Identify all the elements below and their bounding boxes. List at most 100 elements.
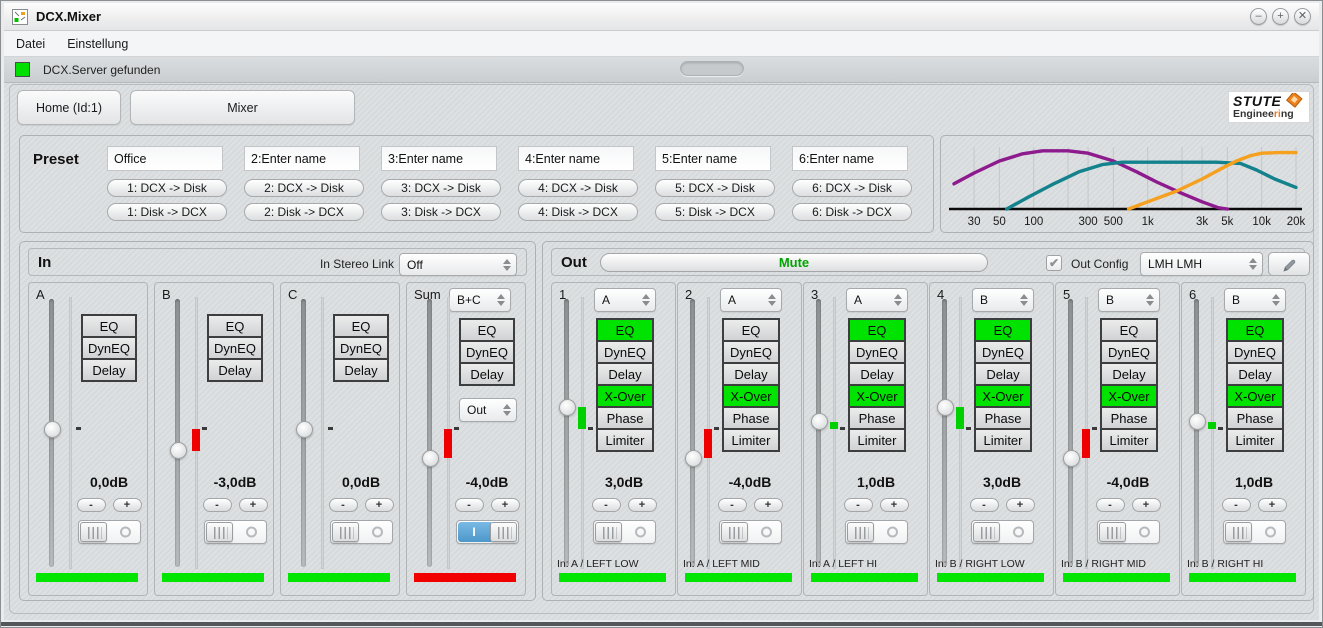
proc-button-eq[interactable]: EQ — [81, 314, 137, 338]
switch-thumb[interactable] — [1225, 522, 1252, 542]
proc-button-dyneq[interactable]: DynEQ — [459, 340, 515, 364]
gain-increase-button[interactable]: + — [1258, 498, 1287, 512]
preset-load-button[interactable]: 1: Disk -> DCX — [107, 203, 227, 221]
gain-increase-button[interactable]: + — [1006, 498, 1035, 512]
mute-switch[interactable] — [330, 520, 393, 544]
switch-thumb[interactable] — [1099, 522, 1126, 542]
preset-save-button[interactable]: 1: DCX -> Disk — [107, 179, 227, 197]
preset-name-input[interactable] — [381, 146, 497, 171]
proc-button-x-over[interactable]: X-Over — [1100, 384, 1158, 408]
maximize-button[interactable]: + — [1272, 8, 1289, 25]
proc-button-eq[interactable]: EQ — [848, 318, 906, 342]
preset-save-button[interactable]: 6: DCX -> Disk — [792, 179, 912, 197]
preset-name-input[interactable] — [655, 146, 771, 171]
preset-load-button[interactable]: 2: Disk -> DCX — [244, 203, 364, 221]
switch-thumb[interactable] — [595, 522, 622, 542]
out-config-select[interactable]: LMH LMH — [1140, 252, 1263, 276]
gain-increase-button[interactable]: + — [113, 498, 142, 512]
proc-button-x-over[interactable]: X-Over — [848, 384, 906, 408]
proc-button-dyneq[interactable]: DynEQ — [848, 340, 906, 364]
gain-increase-button[interactable]: + — [628, 498, 657, 512]
gain-increase-button[interactable]: + — [239, 498, 268, 512]
proc-button-limiter[interactable]: Limiter — [974, 428, 1032, 452]
fader-thumb[interactable] — [811, 413, 828, 430]
channel-source-select[interactable]: B — [1098, 288, 1160, 312]
mute-switch[interactable] — [971, 520, 1034, 544]
gain-decrease-button[interactable]: - — [1222, 498, 1251, 512]
mute-switch[interactable] — [78, 520, 141, 544]
proc-button-dyneq[interactable]: DynEQ — [1226, 340, 1284, 364]
channel-source-select[interactable]: B — [972, 288, 1034, 312]
proc-button-delay[interactable]: Delay — [722, 362, 780, 386]
preset-load-button[interactable]: 5: Disk -> DCX — [655, 203, 775, 221]
fader-thumb[interactable] — [685, 450, 702, 467]
channel-source-select[interactable]: A — [846, 288, 908, 312]
menu-einstellung[interactable]: Einstellung — [67, 37, 128, 51]
proc-button-phase[interactable]: Phase — [596, 406, 654, 430]
mute-switch[interactable] — [204, 520, 267, 544]
proc-button-phase[interactable]: Phase — [1100, 406, 1158, 430]
preset-save-button[interactable]: 4: DCX -> Disk — [518, 179, 638, 197]
minimize-button[interactable]: – — [1250, 8, 1267, 25]
proc-button-dyneq[interactable]: DynEQ — [596, 340, 654, 364]
proc-button-dyneq[interactable]: DynEQ — [722, 340, 780, 364]
mute-switch[interactable] — [1223, 520, 1286, 544]
switch-thumb[interactable] — [847, 522, 874, 542]
preset-load-button[interactable]: 6: Disk -> DCX — [792, 203, 912, 221]
proc-button-limiter[interactable]: Limiter — [1226, 428, 1284, 452]
mute-switch[interactable] — [593, 520, 656, 544]
proc-button-dyneq[interactable]: DynEQ — [974, 340, 1032, 364]
switch-thumb[interactable] — [721, 522, 748, 542]
fader-thumb[interactable] — [170, 442, 187, 459]
proc-button-delay[interactable]: Delay — [459, 362, 515, 386]
menu-datei[interactable]: Datei — [16, 37, 45, 51]
gain-decrease-button[interactable]: - — [592, 498, 621, 512]
edit-config-button[interactable] — [1268, 252, 1310, 276]
fader-thumb[interactable] — [1189, 413, 1206, 430]
gain-increase-button[interactable]: + — [754, 498, 783, 512]
proc-button-limiter[interactable]: Limiter — [722, 428, 780, 452]
proc-button-eq[interactable]: EQ — [459, 318, 515, 342]
proc-button-phase[interactable]: Phase — [848, 406, 906, 430]
proc-button-dyneq[interactable]: DynEQ — [1100, 340, 1158, 364]
fader-thumb[interactable] — [559, 399, 576, 416]
out-config-checkbox[interactable]: ✔ — [1046, 255, 1062, 271]
stereo-link-select[interactable]: Off — [399, 253, 517, 276]
proc-button-eq[interactable]: EQ — [974, 318, 1032, 342]
proc-button-delay[interactable]: Delay — [848, 362, 906, 386]
gain-decrease-button[interactable]: - — [1096, 498, 1125, 512]
gain-decrease-button[interactable]: - — [718, 498, 747, 512]
gain-decrease-button[interactable]: - — [77, 498, 106, 512]
proc-button-dyneq[interactable]: DynEQ — [333, 336, 389, 360]
proc-button-x-over[interactable]: X-Over — [1226, 384, 1284, 408]
mute-switch[interactable] — [845, 520, 908, 544]
preset-save-button[interactable]: 5: DCX -> Disk — [655, 179, 775, 197]
proc-button-phase[interactable]: Phase — [722, 406, 780, 430]
route-select[interactable]: Out — [459, 398, 517, 422]
proc-button-delay[interactable]: Delay — [1100, 362, 1158, 386]
proc-button-phase[interactable]: Phase — [1226, 406, 1284, 430]
proc-button-x-over[interactable]: X-Over — [596, 384, 654, 408]
mute-button[interactable]: Mute — [600, 253, 988, 272]
proc-button-delay[interactable]: Delay — [596, 362, 654, 386]
gain-increase-button[interactable]: + — [1132, 498, 1161, 512]
proc-button-eq[interactable]: EQ — [596, 318, 654, 342]
preset-name-input[interactable] — [244, 146, 360, 171]
switch-thumb[interactable] — [332, 522, 359, 542]
gain-decrease-button[interactable]: - — [844, 498, 873, 512]
preset-save-button[interactable]: 3: DCX -> Disk — [381, 179, 501, 197]
proc-button-delay[interactable]: Delay — [207, 358, 263, 382]
close-button[interactable]: ✕ — [1294, 8, 1311, 25]
proc-button-delay[interactable]: Delay — [1226, 362, 1284, 386]
gain-decrease-button[interactable]: - — [329, 498, 358, 512]
fader-thumb[interactable] — [44, 421, 61, 438]
proc-button-eq[interactable]: EQ — [1226, 318, 1284, 342]
mute-switch[interactable] — [719, 520, 782, 544]
preset-name-input[interactable] — [792, 146, 908, 171]
channel-source-select[interactable]: A — [720, 288, 782, 312]
proc-button-limiter[interactable]: Limiter — [596, 428, 654, 452]
proc-button-eq[interactable]: EQ — [1100, 318, 1158, 342]
proc-button-x-over[interactable]: X-Over — [722, 384, 780, 408]
channel-source-select[interactable]: A — [594, 288, 656, 312]
switch-thumb[interactable] — [206, 522, 233, 542]
